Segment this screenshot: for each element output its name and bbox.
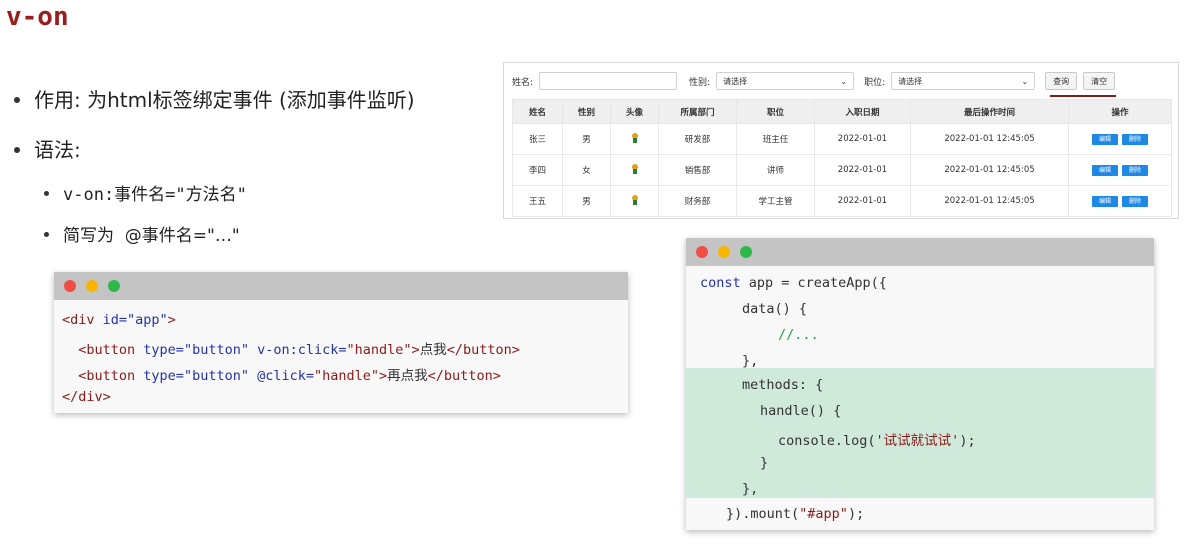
cell-dept: 财务部 — [658, 185, 737, 217]
cell-date: 2022-01-01 — [814, 185, 911, 217]
cell-gender: 男 — [562, 185, 611, 217]
gender-filter-value: 请选择 — [723, 76, 748, 86]
code-line: <button type="button" v-on:click="handle… — [78, 342, 520, 358]
gender-filter-label: 性别: — [689, 77, 711, 88]
cell-actions: 编辑 删除 — [1068, 185, 1172, 217]
sub-bullet-shorthand: 简写为 @事件名="…" — [44, 221, 240, 246]
code-line: <div id="app"> — [62, 312, 176, 328]
cell-avatar — [610, 154, 659, 186]
cell-name: 李四 — [512, 154, 563, 186]
table-row: 李四 女 销售部 讲师 2022-01-01 2022-01-01 12:45:… — [512, 154, 1172, 186]
column-header: 入职日期 — [814, 99, 911, 124]
job-filter-label: 职位: — [864, 77, 886, 88]
job-filter-value: 请选择 — [898, 76, 923, 86]
cell-date: 2022-01-01 — [814, 154, 911, 186]
code-line: handle() { — [760, 403, 842, 419]
code-line: </div> — [62, 389, 111, 405]
chevron-down-icon: ⌄ — [1021, 76, 1029, 86]
delete-button[interactable]: 删除 — [1122, 195, 1148, 207]
edit-button[interactable]: 编辑 — [1092, 195, 1118, 207]
cell-job: 班主任 — [736, 123, 815, 155]
bullet-syntax: 语法: — [14, 134, 81, 163]
code-line: data() { — [742, 301, 808, 317]
name-filter-input[interactable] — [539, 72, 678, 90]
cell-date: 2022-01-01 — [814, 123, 911, 155]
cell-actions: 编辑 删除 — [1068, 123, 1172, 155]
column-header: 姓名 — [512, 99, 563, 124]
window-titlebar — [686, 238, 1154, 266]
bullet-purpose-text: 作用: 为html标签绑定事件 (添加事件监听) — [34, 88, 415, 112]
cell-gender: 女 — [562, 154, 611, 186]
maximize-dot-icon — [108, 280, 120, 292]
edit-button[interactable]: 编辑 — [1092, 133, 1118, 145]
gender-filter-select[interactable]: 请选择 ⌄ — [716, 72, 855, 90]
code-line: console.log('试试就试试'); — [778, 433, 976, 449]
bullet-syntax-text: 语法: — [34, 138, 81, 162]
cell-actions: 编辑 删除 — [1068, 154, 1172, 186]
sub-bullet-von: v-on:事件名="方法名" — [44, 180, 247, 205]
sub-bullet-von-text: v-on:事件名="方法名" — [63, 185, 247, 205]
code-line: <button type="button" @click="handle">再点… — [78, 368, 501, 384]
delete-button[interactable]: 删除 — [1122, 133, 1148, 145]
cell-gender: 男 — [562, 123, 611, 155]
code-line: }, — [742, 481, 759, 497]
bullet-dot — [14, 146, 20, 153]
cell-dept: 销售部 — [658, 154, 737, 186]
cell-avatar — [610, 123, 659, 155]
sub-bullet-dot — [44, 231, 49, 237]
html-code-window: <div id="app"> <button type="button" v-o… — [54, 272, 628, 413]
filter-bar: 姓名: 性别: 请选择 ⌄ 职位: 请选择 ⌄ 查询 清空 — [512, 71, 1121, 91]
sub-bullet-dot — [44, 190, 49, 196]
employee-table-panel: 姓名: 性别: 请选择 ⌄ 职位: 请选择 ⌄ 查询 清空 姓名 性别 头像 所… — [503, 62, 1179, 219]
cell-updated: 2022-01-01 12:45:05 — [910, 185, 1069, 217]
code-comment: //... — [778, 327, 819, 343]
code-line: } — [760, 455, 769, 471]
clear-button[interactable]: 清空 — [1083, 72, 1116, 90]
avatar-icon — [631, 194, 639, 205]
column-header: 头像 — [610, 99, 659, 124]
cell-avatar — [610, 185, 659, 217]
cell-updated: 2022-01-01 12:45:05 — [910, 123, 1069, 155]
cell-job: 学工主管 — [736, 185, 815, 217]
js-code-window: const app = createApp({ data() { //... }… — [686, 238, 1154, 530]
edit-button[interactable]: 编辑 — [1092, 164, 1118, 176]
cell-dept: 研发部 — [658, 123, 737, 155]
cell-name: 王五 — [512, 185, 563, 217]
close-dot-icon — [64, 280, 76, 292]
slide-title: v-on — [6, 2, 69, 32]
column-header: 性别 — [562, 99, 611, 124]
column-header: 所属部门 — [658, 99, 737, 124]
minimize-dot-icon — [86, 280, 98, 292]
chevron-down-icon: ⌄ — [840, 76, 848, 86]
code-line: methods: { — [742, 377, 824, 393]
window-titlebar — [54, 272, 628, 300]
maximize-dot-icon — [740, 246, 752, 258]
accent-underline — [1050, 95, 1116, 97]
name-filter-label: 姓名: — [512, 77, 534, 88]
avatar-icon — [631, 132, 639, 143]
table-row: 张三 男 研发部 班主任 2022-01-01 2022-01-01 12:45… — [512, 123, 1172, 155]
minimize-dot-icon — [718, 246, 730, 258]
close-dot-icon — [696, 246, 708, 258]
cell-job: 讲师 — [736, 154, 815, 186]
code-line: }).mount("#app"); — [726, 506, 865, 522]
column-header: 操作 — [1068, 99, 1172, 124]
employee-table: 姓名 性别 头像 所属部门 职位 入职日期 最后操作时间 操作 张三 男 研发部… — [512, 99, 1172, 217]
cell-updated: 2022-01-01 12:45:05 — [910, 154, 1069, 186]
delete-button[interactable]: 删除 — [1122, 164, 1148, 176]
avatar-icon — [631, 163, 639, 174]
job-filter-select[interactable]: 请选择 ⌄ — [891, 72, 1036, 90]
table-row: 王五 男 财务部 学工主管 2022-01-01 2022-01-01 12:4… — [512, 185, 1172, 217]
code-line: }, — [742, 353, 759, 369]
column-header: 最后操作时间 — [910, 99, 1069, 124]
bullet-purpose: 作用: 为html标签绑定事件 (添加事件监听) — [14, 84, 415, 113]
code-line: const app = createApp({ — [700, 275, 887, 291]
table-header-row: 姓名 性别 头像 所属部门 职位 入职日期 最后操作时间 操作 — [512, 99, 1172, 124]
column-header: 职位 — [736, 99, 815, 124]
sub-bullet-shorthand-text: 简写为 @事件名="…" — [63, 226, 240, 246]
cell-name: 张三 — [512, 123, 563, 155]
query-button[interactable]: 查询 — [1045, 72, 1078, 90]
bullet-dot — [14, 96, 20, 103]
